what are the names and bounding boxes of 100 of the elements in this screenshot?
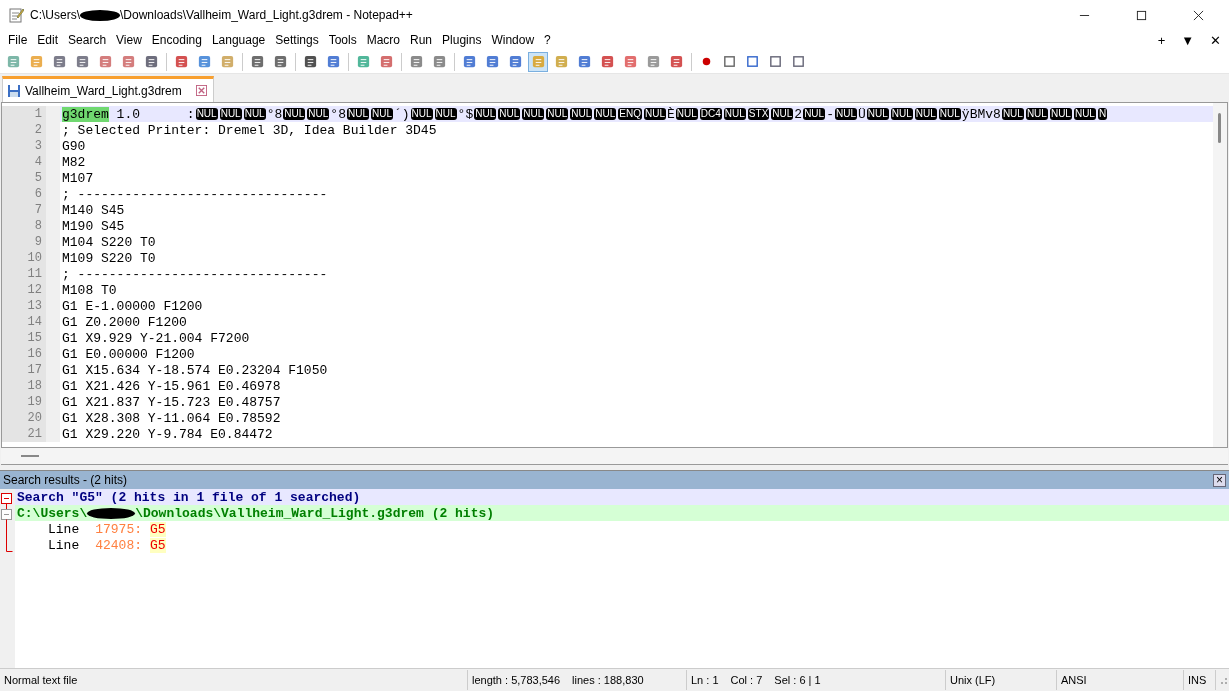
menu-control[interactable]: ✕	[1202, 32, 1229, 48]
match-text[interactable]: G5	[150, 521, 166, 537]
resize-grip-icon[interactable]	[1218, 675, 1228, 685]
redaction-mark	[87, 507, 136, 519]
code-text: Ü	[858, 106, 866, 122]
menu-item[interactable]: Run	[405, 33, 438, 47]
line-number: 4	[2, 154, 60, 170]
menu-control[interactable]: +	[1149, 32, 1174, 48]
hit-label[interactable]: Line	[48, 521, 80, 537]
search-summary: Search "G5" (2 hits in 1 file of 1 searched)	[17, 489, 361, 505]
maximize-icon[interactable]	[1136, 9, 1147, 21]
scrollbar-thumb[interactable]	[1218, 113, 1221, 143]
status-text: length : 5,783,546	[472, 674, 561, 686]
status-text: Sel : 6 | 1	[774, 674, 821, 686]
code-line: M190 S45	[62, 218, 125, 234]
control-character: NUL	[546, 108, 569, 120]
control-character: NUL	[771, 108, 794, 120]
code-line: G1 X15.634 Y-18.574 E0.23204 F1050	[62, 362, 328, 378]
control-character: NUL	[219, 108, 242, 120]
code-text: °8	[330, 106, 346, 122]
code-line: G1 X28.308 Y-11.064 E0.78592	[62, 410, 281, 426]
code-text: 1.0 :	[115, 106, 195, 122]
status-text: INS	[1184, 670, 1216, 690]
status-text: Ln : 1	[691, 674, 719, 686]
menu-item[interactable]: ?	[539, 33, 556, 47]
close-icon[interactable]	[1193, 9, 1204, 21]
line-number: 21	[2, 426, 60, 442]
menu-item[interactable]: Window	[486, 33, 540, 47]
control-character: NUL	[570, 108, 593, 120]
menu-item[interactable]: Search	[63, 33, 112, 47]
control-character: NUL	[890, 108, 913, 120]
menu-item[interactable]: Macro	[361, 33, 405, 47]
code-text: °$	[457, 106, 474, 122]
file-tab[interactable]: Vallheim_Ward_Light.g3drem	[2, 76, 214, 102]
menu-item[interactable]: Language	[206, 33, 271, 47]
close-button[interactable]: ×	[1213, 473, 1226, 487]
menu-item[interactable]: Settings	[270, 33, 324, 47]
line-number: 14	[2, 314, 60, 330]
control-character: NUL	[914, 108, 937, 120]
code-line: M109 S220 T0	[62, 250, 156, 266]
line-number: 8	[2, 218, 60, 234]
control-character: NUL	[410, 108, 433, 120]
status-text: lines : 188,830	[572, 674, 644, 686]
line-number: 5	[2, 170, 60, 186]
code-text: ´)	[393, 106, 410, 122]
code-line: M108 T0	[62, 282, 117, 298]
line-number: 10	[2, 250, 60, 266]
code-line: M82	[62, 154, 86, 170]
control-character: NUL	[834, 108, 857, 120]
menu-control[interactable]: ▼	[1173, 32, 1203, 48]
line-number: 7	[2, 202, 60, 218]
menu-item[interactable]: View	[111, 33, 147, 47]
line-number: 2	[2, 122, 60, 138]
code-line: G1 X9.929 Y-21.004 F7200	[62, 330, 250, 346]
menu-item[interactable]: File	[3, 33, 33, 47]
code-line: M107	[62, 170, 94, 186]
line-number: 11	[2, 266, 60, 282]
match-text[interactable]: G5	[150, 537, 166, 553]
code-line: G1 E0.00000 F1200	[62, 346, 195, 362]
line-number: 17	[2, 362, 60, 378]
control-character: NUL	[866, 108, 889, 120]
menu-item[interactable]: Encoding	[146, 33, 207, 47]
redaction-mark	[80, 9, 120, 21]
fold-tree-drawing[interactable]	[0, 490, 14, 554]
line-number: 1	[2, 106, 60, 122]
control-character: ENQ	[618, 108, 642, 120]
window-title: C:\Users\	[30, 8, 80, 22]
control-character: DC4	[699, 108, 722, 120]
line-number: 19	[2, 394, 60, 410]
control-character: NUL	[644, 108, 666, 120]
control-character: NUL	[675, 108, 698, 120]
code-line: ; Selected Printer: Dremel 3D, Idea Builder 3D45	[62, 122, 437, 138]
control-character: NUL	[434, 108, 457, 120]
menu-item[interactable]: Edit	[32, 33, 64, 47]
line-number: 18	[2, 378, 60, 394]
control-character: NUL	[1049, 108, 1072, 120]
code-line: G90	[62, 138, 86, 154]
menu-item[interactable]: Plugins	[437, 33, 487, 47]
status-text: Unix (LF)	[946, 670, 1057, 690]
line-number: 6	[2, 186, 60, 202]
panel-title: Search results - (2 hits)	[3, 473, 128, 487]
code-line: G1 X21.837 Y-15.723 E0.48757	[62, 394, 281, 410]
control-character: NUL	[1025, 108, 1048, 120]
window-title: \Downloads\Vallheim_Ward_Light.g3drem - Notepad++	[120, 8, 413, 22]
control-character: NUL	[1073, 108, 1096, 120]
highlighted-text: g3drem	[62, 106, 109, 122]
hit-label[interactable]: Line	[48, 537, 80, 553]
menu-item[interactable]: Tools	[323, 33, 362, 47]
control-character: NUL	[723, 108, 746, 120]
control-character: NUL	[498, 108, 521, 120]
code-line: G1 E-1.00000 F1200	[62, 298, 203, 314]
scrollbar-thumb[interactable]	[21, 455, 39, 457]
control-character: NUL	[594, 108, 617, 120]
code-text: -	[826, 106, 834, 122]
line-number: 3	[2, 138, 60, 154]
file-path: \Downloads\Vallheim_Ward_Light.g3drem (2 hits)	[135, 505, 495, 521]
status-text: Col : 7	[730, 674, 763, 686]
status-text: Normal text file	[0, 670, 468, 690]
control-character: NUL	[1001, 108, 1024, 120]
control-character: NUL	[243, 108, 266, 120]
